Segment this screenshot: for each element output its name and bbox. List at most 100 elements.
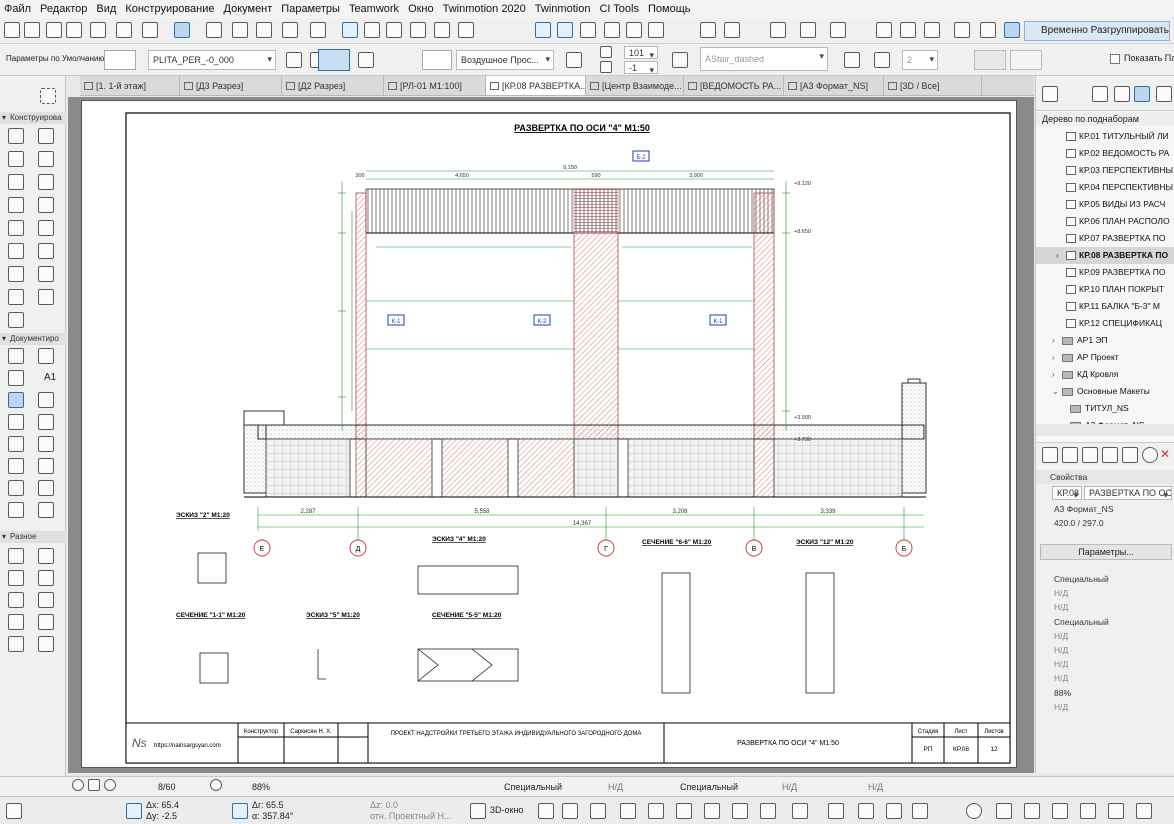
box-view-icon[interactable] bbox=[562, 803, 578, 819]
orbit-icon[interactable] bbox=[620, 803, 636, 819]
beam-tool-icon[interactable] bbox=[8, 151, 24, 167]
menu-item-3[interactable]: Конструирование bbox=[125, 3, 214, 15]
corner-window-tool-icon[interactable] bbox=[8, 570, 24, 586]
property-row-2[interactable]: Н/Д bbox=[1036, 600, 1174, 614]
navigator-scrollbar[interactable] bbox=[1036, 424, 1174, 436]
fill-type-icon[interactable] bbox=[358, 52, 374, 68]
property-row-3[interactable]: Специальный bbox=[1036, 615, 1174, 629]
roof-tool-icon[interactable] bbox=[8, 174, 24, 190]
contour-pen-field[interactable]: 2 bbox=[902, 50, 938, 70]
menu-item-0[interactable]: Файл bbox=[4, 3, 31, 15]
mesh-tool-icon[interactable] bbox=[38, 266, 54, 282]
bounding-icon[interactable] bbox=[912, 803, 928, 819]
line-weight-icon[interactable] bbox=[844, 52, 860, 68]
menu-item-5[interactable]: Параметры bbox=[281, 3, 340, 15]
section-box-icon[interactable] bbox=[590, 803, 606, 819]
offset-icon[interactable] bbox=[458, 22, 474, 38]
display-icon[interactable] bbox=[1024, 803, 1040, 819]
sun-2-tool-icon[interactable] bbox=[38, 614, 54, 630]
parameters-button[interactable]: Параметры... bbox=[1040, 544, 1172, 560]
navigator-master-0[interactable]: ТИТУЛ_NS bbox=[1036, 400, 1174, 417]
door-tool-icon[interactable] bbox=[8, 220, 24, 236]
eye-icon[interactable] bbox=[876, 22, 892, 38]
navigator-preview-icon[interactable] bbox=[1108, 803, 1124, 819]
property-row-1[interactable]: Н/Д bbox=[1036, 586, 1174, 600]
mirror-icon[interactable] bbox=[410, 22, 426, 38]
new-folder-icon[interactable] bbox=[1102, 447, 1118, 463]
visual-icon[interactable] bbox=[858, 803, 874, 819]
redo-icon[interactable] bbox=[142, 22, 158, 38]
grid-tool-icon[interactable] bbox=[8, 548, 24, 564]
render-mode-icon[interactable] bbox=[1052, 803, 1068, 819]
style-icon[interactable] bbox=[886, 803, 902, 819]
skylight-2-tool-icon[interactable] bbox=[38, 592, 54, 608]
settings-icon[interactable] bbox=[1042, 447, 1058, 463]
pick-up-icon[interactable] bbox=[46, 22, 62, 38]
lamp-tool-icon[interactable] bbox=[38, 289, 54, 305]
tab-1[interactable]: [Д3 Разрез] bbox=[180, 76, 282, 95]
tree-chevron-icon[interactable]: › bbox=[1052, 349, 1062, 366]
fill-dropdown[interactable]: Воздушное Прос... bbox=[456, 50, 554, 70]
undo-icon[interactable] bbox=[116, 22, 132, 38]
snap-settings-icon[interactable] bbox=[6, 803, 22, 819]
rotate-view-icon[interactable] bbox=[924, 22, 940, 38]
zoom-level-icon[interactable] bbox=[210, 779, 222, 791]
light-icon[interactable] bbox=[676, 803, 692, 819]
object-tool-icon[interactable] bbox=[8, 289, 24, 305]
pen-foreground-icon[interactable] bbox=[600, 46, 612, 58]
background-icon[interactable] bbox=[566, 52, 582, 68]
menu-item-1[interactable]: Редактор bbox=[40, 3, 87, 15]
arrow-tool-icon[interactable] bbox=[8, 87, 26, 103]
polyline-tool-icon[interactable] bbox=[8, 436, 24, 452]
snap-point-icon[interactable] bbox=[364, 22, 380, 38]
tree-chevron-icon[interactable]: › bbox=[1052, 366, 1062, 383]
layout-settings-icon[interactable] bbox=[1122, 447, 1138, 463]
skylight-tool-icon[interactable] bbox=[8, 197, 24, 213]
zoom-out-icon[interactable] bbox=[604, 22, 620, 38]
navigator-folder-0[interactable]: › АР1 ЭП bbox=[1036, 332, 1174, 349]
navigator-layout-3[interactable]: КР.03 ПЕРСПЕКТИВНЫ bbox=[1036, 162, 1174, 179]
spline-tool-icon[interactable] bbox=[38, 436, 54, 452]
shell-tool-icon[interactable] bbox=[38, 174, 54, 190]
pan-view-icon[interactable] bbox=[88, 779, 100, 791]
tab-6[interactable]: [ВЕДОМОСТЬ РА... bbox=[684, 76, 784, 95]
grid-snap-icon[interactable] bbox=[206, 22, 222, 38]
open-icon[interactable] bbox=[24, 22, 40, 38]
slab-tool-icon[interactable] bbox=[38, 151, 54, 167]
pen-background-icon[interactable] bbox=[600, 61, 612, 73]
drawing-canvas[interactable]: РАЗВЕРТКА ПО ОСИ "4" М1:50 4,650 9,150 5… bbox=[68, 97, 1034, 773]
camera-icon[interactable] bbox=[830, 22, 846, 38]
drawing-link-tool-icon[interactable] bbox=[8, 636, 24, 652]
new-file-icon[interactable] bbox=[4, 22, 20, 38]
property-row-4[interactable]: Н/Д bbox=[1036, 629, 1174, 643]
zoom-value[interactable]: 88% bbox=[252, 782, 270, 792]
line-tool-icon[interactable] bbox=[38, 392, 54, 408]
menu-item-2[interactable]: Вид bbox=[96, 3, 116, 15]
rotate-icon[interactable] bbox=[434, 22, 450, 38]
coord-mode-icon[interactable] bbox=[126, 803, 142, 819]
pen-icon[interactable] bbox=[286, 52, 302, 68]
property-row-7[interactable]: Н/Д bbox=[1036, 671, 1174, 685]
navigator-layout-10[interactable]: КР.10 ПЛАН ПОКРЫТ bbox=[1036, 281, 1174, 298]
magic-wand-icon[interactable] bbox=[342, 22, 358, 38]
navigator-layout-7[interactable]: КР.07 РАЗВЕРТКА ПО bbox=[1036, 230, 1174, 247]
new-layout-icon[interactable] bbox=[1062, 447, 1078, 463]
camera-tool-icon[interactable] bbox=[8, 592, 24, 608]
tree-chevron-icon[interactable]: › bbox=[1056, 247, 1066, 264]
tab-0[interactable]: [1. 1-й этаж] bbox=[80, 76, 180, 95]
fill-mode-icon[interactable] bbox=[760, 803, 776, 819]
angle-icon[interactable] bbox=[672, 52, 688, 68]
property-row-0[interactable]: Специальный bbox=[1036, 572, 1174, 586]
sun-icon[interactable] bbox=[996, 803, 1012, 819]
hatch-selector[interactable] bbox=[104, 50, 136, 70]
view-cube-icon[interactable] bbox=[538, 803, 554, 819]
show-plan-checkbox[interactable] bbox=[1110, 54, 1120, 64]
property-name-field[interactable]: РАЗВЕРТКА ПО ОСИ "4" bbox=[1084, 486, 1172, 500]
arc-tool-icon[interactable] bbox=[38, 414, 54, 430]
undo-zoom-icon[interactable] bbox=[72, 779, 84, 791]
morph-tool-icon[interactable] bbox=[8, 312, 24, 328]
navigator-folder-3[interactable]: ⌄ Основные Макеты bbox=[1036, 383, 1174, 400]
tab-7[interactable]: [А3 Формат_NS] bbox=[784, 76, 884, 95]
property-row-9[interactable]: Н/Д bbox=[1036, 700, 1174, 714]
publisher-icon[interactable] bbox=[1156, 86, 1172, 102]
